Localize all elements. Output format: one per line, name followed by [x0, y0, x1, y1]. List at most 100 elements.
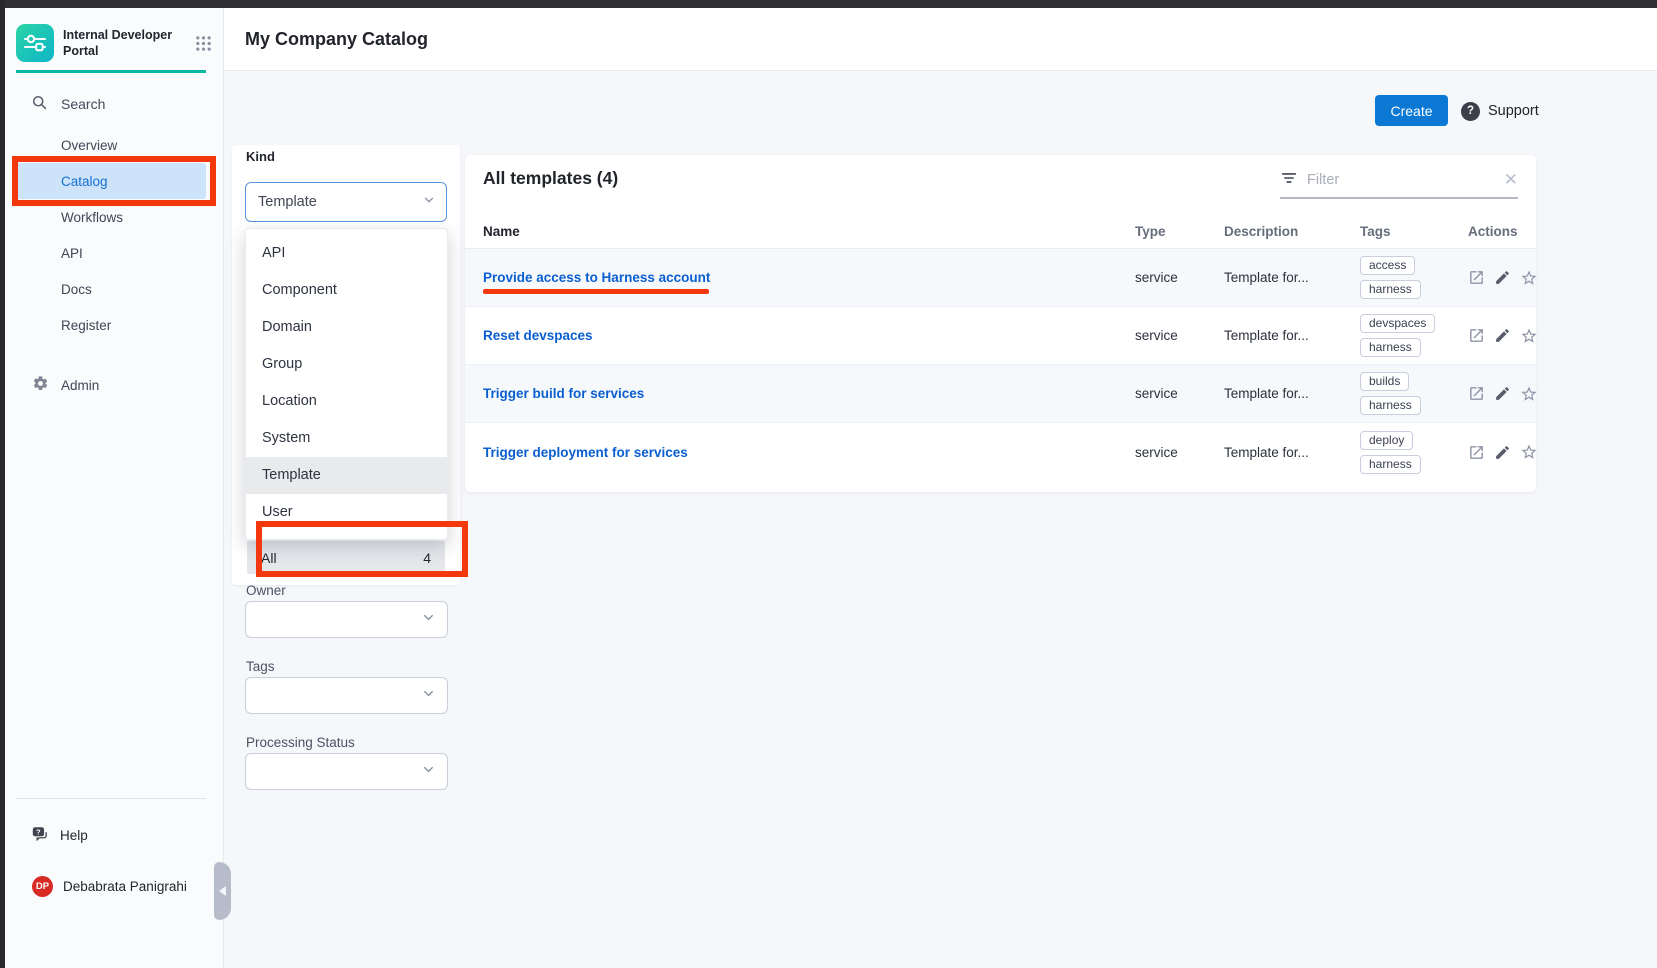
table-title: All templates (4) — [483, 168, 618, 189]
sidebar-search-label: Search — [61, 96, 105, 112]
star-icon[interactable] — [1520, 327, 1538, 345]
sidebar-item-admin[interactable]: Admin — [16, 368, 206, 402]
sidebar-item-api[interactable]: API — [16, 235, 206, 271]
open-in-new-icon[interactable] — [1468, 269, 1485, 286]
edit-pencil-icon[interactable] — [1494, 327, 1511, 344]
edit-pencil-icon[interactable] — [1494, 444, 1511, 461]
page-title: My Company Catalog — [245, 29, 428, 50]
table-body: Provide access to Harness account servic… — [465, 249, 1536, 481]
sidebar-item-label: Register — [61, 318, 111, 333]
sidebar-divider — [16, 798, 206, 799]
sidebar-item-label: Overview — [61, 138, 117, 153]
edit-pencil-icon[interactable] — [1494, 269, 1511, 286]
chevron-down-icon — [421, 610, 436, 630]
row-description: Template for... — [1224, 386, 1360, 401]
row-tags: builds harness — [1360, 372, 1468, 415]
table-header-row: Name Type Description Tags Actions — [465, 215, 1536, 248]
tag-chip: harness — [1360, 338, 1421, 357]
chevron-left-icon — [219, 886, 226, 896]
owner-select[interactable] — [245, 601, 448, 638]
sidebar-user[interactable]: DP Debabrata Panigrahi — [16, 869, 216, 903]
sidebar-collapse-handle[interactable] — [214, 862, 231, 920]
logo-icon — [16, 24, 54, 62]
sidebar-search[interactable]: Search — [16, 87, 206, 121]
template-link[interactable]: Reset devspaces — [483, 328, 1135, 343]
avatar: DP — [32, 876, 53, 897]
main-content: Create ? Support Kind Template All 4 API… — [224, 71, 1657, 968]
star-icon[interactable] — [1520, 443, 1538, 461]
question-circle-icon: ? — [1461, 102, 1480, 121]
tag-chip: access — [1360, 256, 1415, 275]
table-row: Provide access to Harness account servic… — [465, 249, 1536, 307]
page-header: My Company Catalog — [224, 8, 1657, 71]
sidebar-item-help[interactable]: ? Help — [16, 818, 206, 852]
sidebar-item-label: Docs — [61, 282, 92, 297]
kind-select-value: Template — [258, 194, 317, 210]
app-title: Internal Developer Portal — [63, 27, 173, 60]
chevron-down-icon — [421, 762, 436, 782]
kind-option-location[interactable]: Location — [246, 383, 447, 420]
kind-summary-label: All — [261, 550, 277, 566]
template-link[interactable]: Trigger build for services — [483, 386, 1135, 401]
kind-option-api[interactable]: API — [246, 235, 447, 272]
kind-option-component[interactable]: Component — [246, 272, 447, 309]
apps-grid-icon[interactable] — [195, 35, 212, 52]
kind-select[interactable]: Template — [245, 182, 447, 222]
search-icon — [31, 94, 48, 114]
sidebar-item-register[interactable]: Register — [16, 307, 206, 343]
star-icon[interactable] — [1520, 385, 1538, 403]
open-in-new-icon[interactable] — [1468, 327, 1485, 344]
chevron-down-icon — [422, 193, 436, 211]
tag-chip: devspaces — [1360, 314, 1435, 333]
sidebar-item-workflows[interactable]: Workflows — [16, 199, 206, 235]
row-description: Template for... — [1224, 328, 1360, 343]
sidebar-item-overview[interactable]: Overview — [16, 127, 206, 163]
tag-chip: harness — [1360, 396, 1421, 415]
window-frame-left — [0, 0, 5, 968]
tags-label: Tags — [246, 659, 275, 674]
row-type: service — [1135, 328, 1224, 343]
sidebar-item-docs[interactable]: Docs — [16, 271, 206, 307]
filter-input[interactable] — [1307, 172, 1495, 188]
templates-table-card: All templates (4) ✕ Name Type Descriptio… — [465, 155, 1536, 492]
sidebar-item-label: Workflows — [61, 210, 123, 225]
sidebar-item-label: Catalog — [61, 174, 108, 189]
kind-option-group[interactable]: Group — [246, 346, 447, 383]
row-actions — [1468, 327, 1538, 345]
column-header-type: Type — [1135, 224, 1224, 239]
user-name: Debabrata Panigrahi — [63, 879, 187, 894]
tag-chip: harness — [1360, 280, 1421, 299]
support-button[interactable]: ? Support — [1461, 101, 1539, 121]
processing-status-select[interactable] — [245, 753, 448, 790]
gear-icon — [32, 375, 49, 395]
tags-select[interactable] — [245, 677, 448, 714]
owner-label: Owner — [246, 583, 286, 598]
kind-option-domain[interactable]: Domain — [246, 309, 447, 346]
sidebar-help-label: Help — [60, 828, 88, 843]
open-in-new-icon[interactable] — [1468, 444, 1485, 461]
kind-summary-count: 4 — [423, 550, 431, 566]
sidebar-item-catalog[interactable]: Catalog — [16, 163, 206, 199]
row-actions — [1468, 269, 1538, 287]
template-link[interactable]: Provide access to Harness account — [483, 270, 1135, 285]
tag-chip: deploy — [1360, 431, 1413, 450]
row-tags: devspaces harness — [1360, 314, 1468, 357]
kind-option-user[interactable]: User — [246, 494, 447, 531]
kind-label: Kind — [246, 149, 275, 164]
open-in-new-icon[interactable] — [1468, 385, 1485, 402]
edit-pencil-icon[interactable] — [1494, 385, 1511, 402]
window-frame-top — [0, 0, 1657, 8]
kind-summary-all-row[interactable]: All 4 — [247, 541, 445, 574]
template-link[interactable]: Trigger deployment for services — [483, 445, 1135, 460]
create-button[interactable]: Create — [1375, 95, 1448, 126]
table-row: Trigger build for services service Templ… — [465, 365, 1536, 423]
row-actions — [1468, 443, 1538, 461]
column-header-description: Description — [1224, 224, 1360, 239]
tag-chip: builds — [1360, 372, 1409, 391]
kind-option-system[interactable]: System — [246, 420, 447, 457]
table-filter: ✕ — [1280, 163, 1518, 199]
clear-filter-icon[interactable]: ✕ — [1504, 171, 1518, 190]
kind-option-template[interactable]: Template — [246, 457, 447, 494]
row-description: Template for... — [1224, 445, 1360, 460]
star-icon[interactable] — [1520, 269, 1538, 287]
